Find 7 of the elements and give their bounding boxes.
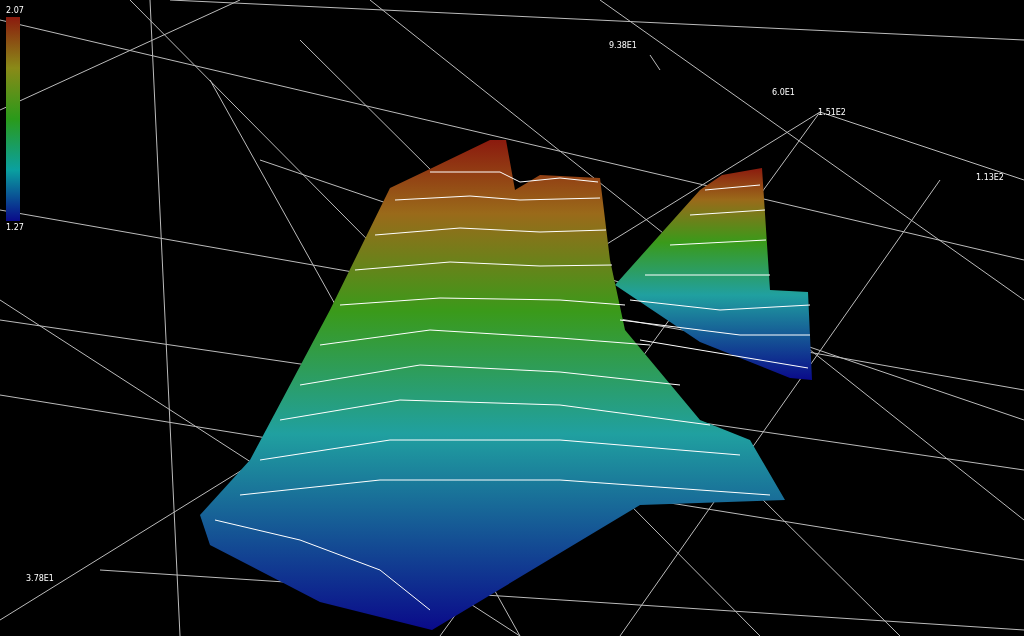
scale-min-label: 1.27 [6,223,24,232]
scale-max-label: 2.07 [6,6,24,15]
axis-tick-label: 9.38E1 [609,41,637,50]
axis-tick-label: 3.78E1 [26,574,54,583]
axis-tick-label: 1.13E2 [976,173,1004,182]
axis-tick-label: 1.51E2 [818,108,846,117]
axis-tick-label: 6.0E1 [772,88,795,97]
